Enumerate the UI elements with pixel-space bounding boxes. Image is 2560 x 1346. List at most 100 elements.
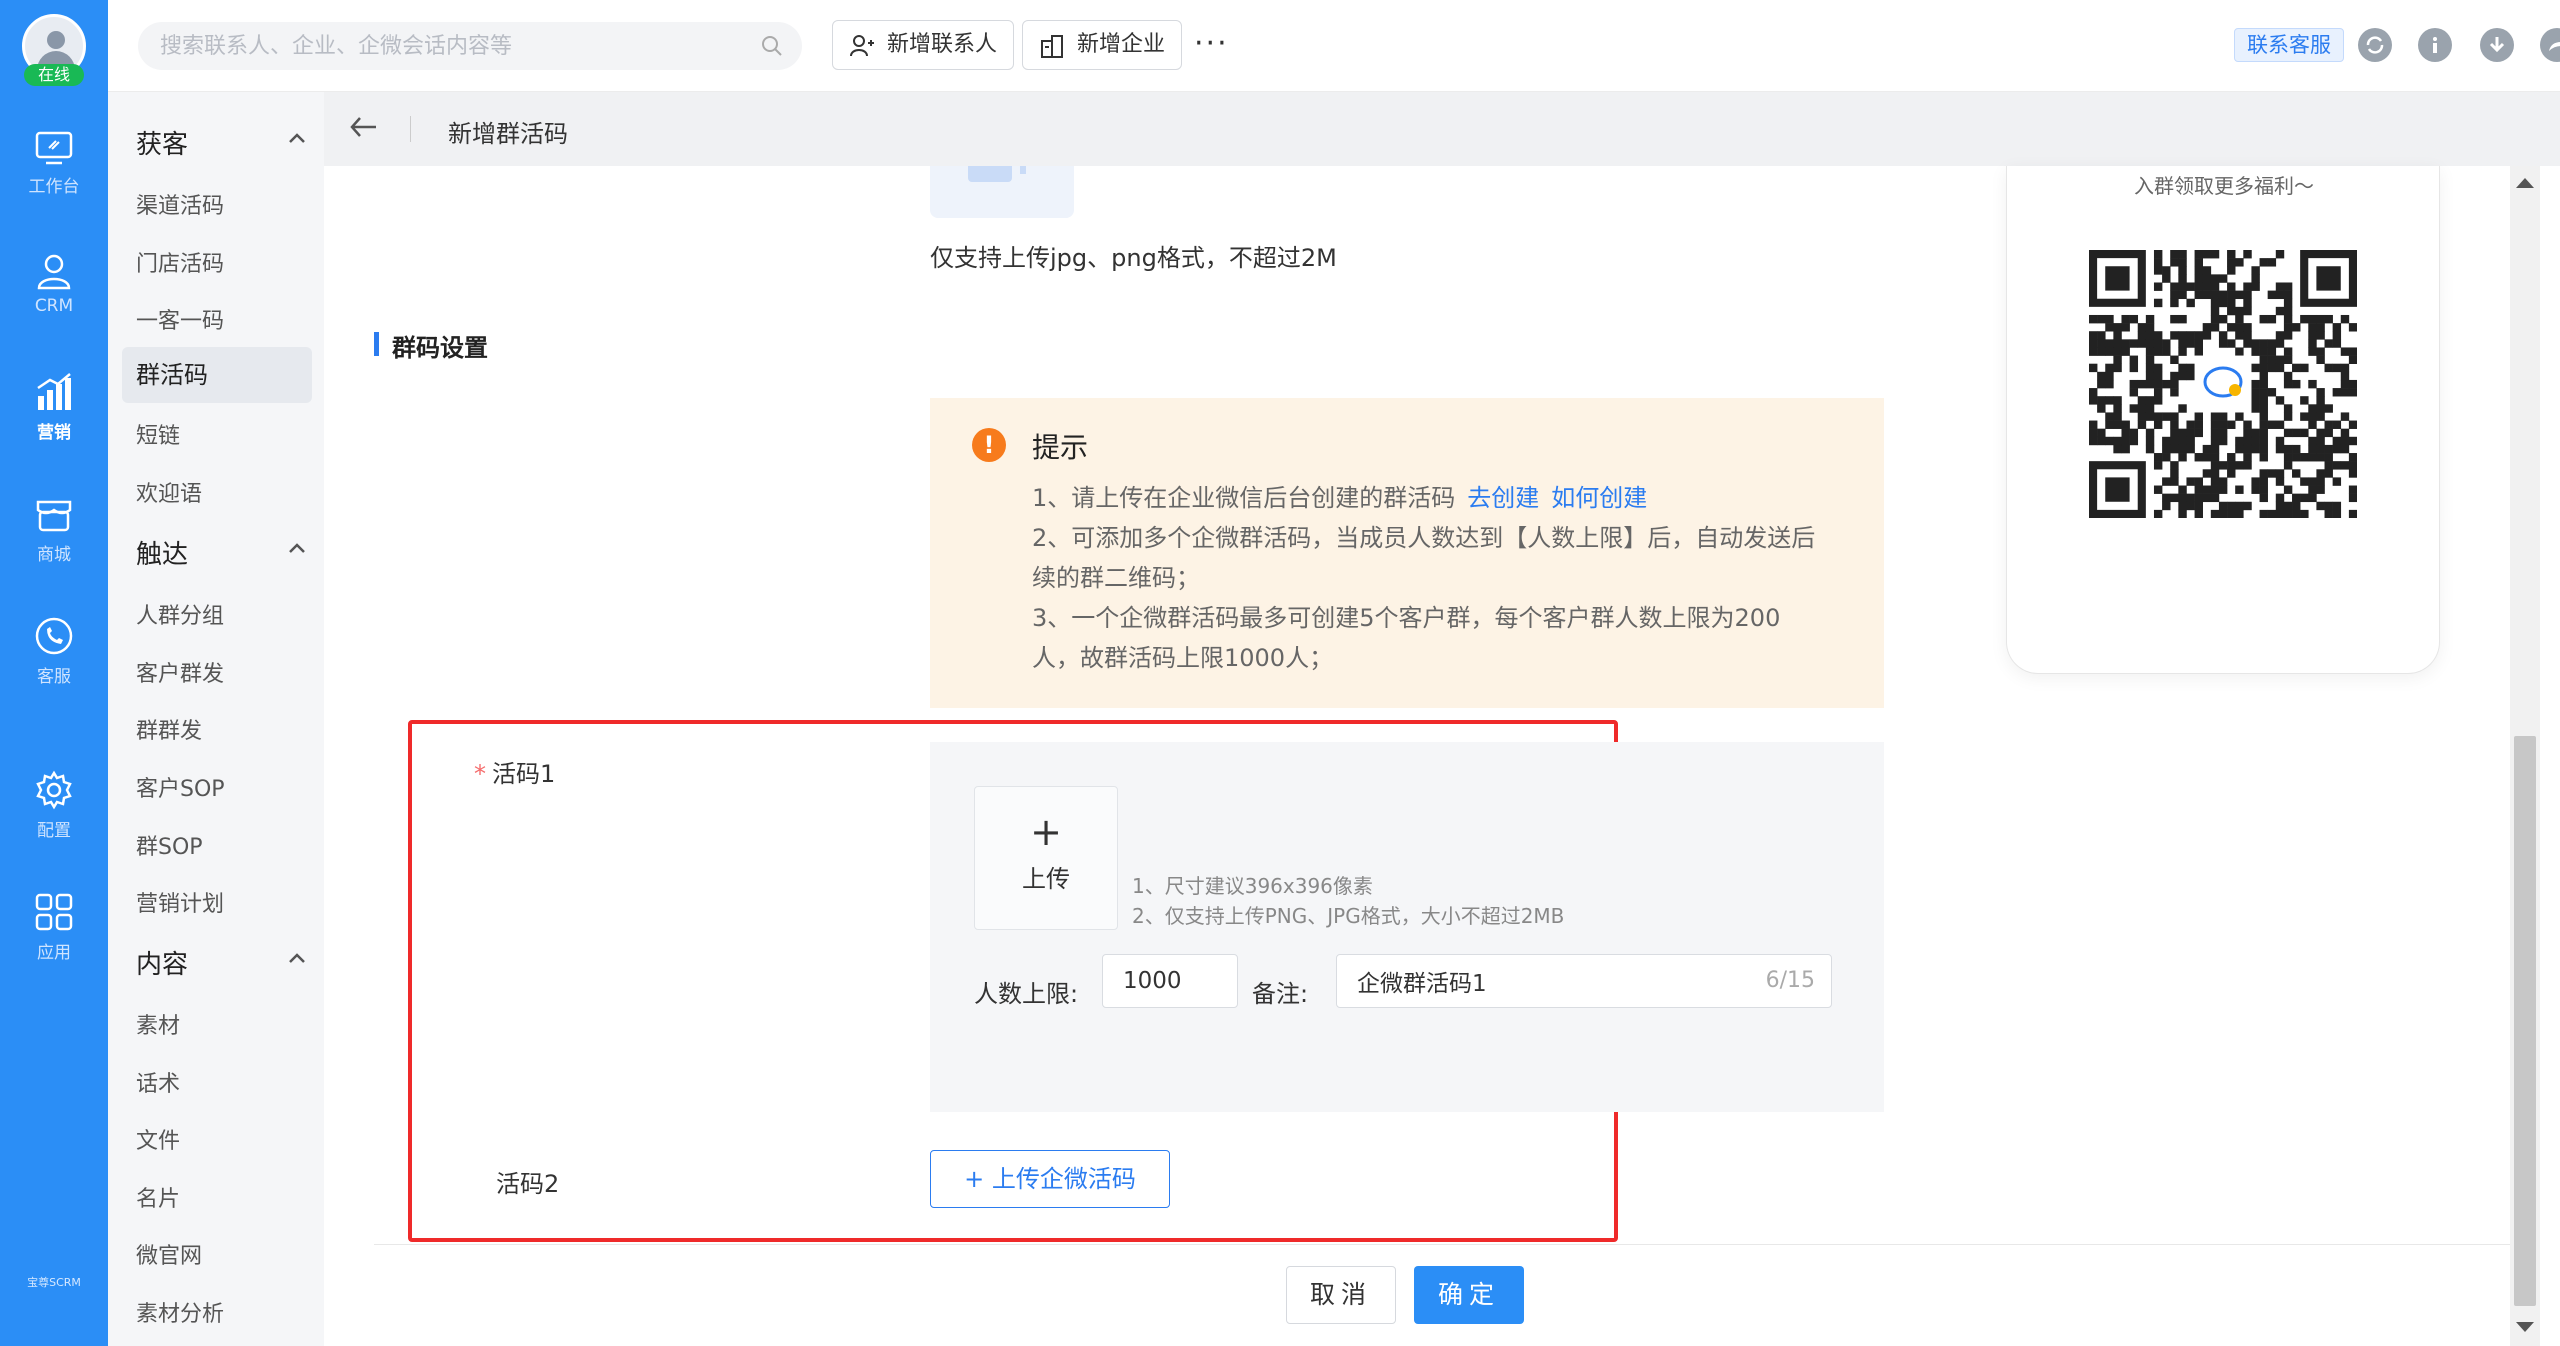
tip-line-1: 1、请上传在企业微信后台创建的群活码 去创建 如何创建	[1032, 478, 1647, 518]
rail-label: 客服	[37, 667, 71, 687]
gear-icon	[36, 770, 72, 810]
upload-button[interactable]: + 上传	[974, 786, 1118, 930]
cancel-button[interactable]: 取消	[1286, 1266, 1396, 1324]
menu-item-customer-sop[interactable]: 客户SOP	[136, 771, 225, 803]
rail-label: CRM	[34, 296, 74, 316]
upload-wecom-code-button[interactable]: + 上传企微活码	[930, 1150, 1170, 1208]
menu-item-file[interactable]: 文件	[136, 1123, 180, 1155]
scroll-up-arrow[interactable]	[2516, 178, 2534, 188]
plus-icon: +	[1030, 810, 1062, 854]
info-icon[interactable]	[2418, 28, 2452, 62]
menu-group-acquire[interactable]: 获客	[136, 124, 188, 161]
limit-input[interactable]	[1123, 955, 1233, 1007]
code1-label: * 活码1	[474, 754, 555, 789]
upload-hint-1: 1、尺寸建议396x396像素	[1132, 874, 1373, 898]
section-title: 群码设置	[392, 334, 488, 362]
breadcrumb: 新增群活码	[324, 92, 2560, 166]
rail-item-service[interactable]: 客服	[0, 616, 108, 687]
chevron-up-icon[interactable]	[288, 952, 306, 964]
uploaded-image-thumbnail[interactable]	[930, 166, 1074, 218]
menu-item-material-analysis[interactable]: 素材分析	[136, 1296, 224, 1328]
menu-item-micro-site[interactable]: 微官网	[136, 1238, 202, 1270]
rail-item-marketing[interactable]: 营销	[0, 372, 108, 443]
warning-icon: !	[972, 428, 1006, 462]
back-arrow-icon[interactable]	[348, 114, 378, 140]
rail-item-store[interactable]: 商城	[0, 494, 108, 565]
tip-line-3b: 人，故群活码上限1000人；	[1032, 644, 1334, 672]
add-company-label: 新增企业	[1077, 32, 1166, 57]
code2-label: 活码2	[496, 1170, 560, 1198]
menu-group-reach[interactable]: 触达	[136, 534, 188, 571]
rail-label: 配置	[37, 821, 71, 841]
remark-char-count: 6/15	[1765, 968, 1815, 993]
rail-label: 应用	[37, 943, 71, 963]
scrollbar[interactable]	[2510, 166, 2540, 1346]
rail-item-settings[interactable]: 配置	[0, 770, 108, 841]
remark-input[interactable]	[1357, 955, 1737, 1007]
tip-line-2a: 2、可添加多个企微群活码，当成员人数达到【人数上限】后，自动发送后	[1032, 524, 1816, 552]
monitor-icon	[35, 131, 73, 165]
tip-line-2b: 续的群二维码；	[1032, 564, 1200, 592]
menu-item-material[interactable]: 素材	[136, 1008, 180, 1040]
required-mark: *	[474, 760, 486, 788]
sync-icon[interactable]	[2358, 28, 2392, 62]
upload-format-note: 仅支持上传jpg、png格式，不超过2M	[930, 244, 1337, 272]
rail-item-crm[interactable]: CRM	[0, 252, 108, 316]
remark-label: 备注:	[1252, 980, 1309, 1008]
chevron-up-icon[interactable]	[288, 542, 306, 554]
qr-code	[2089, 250, 2357, 518]
rail-item-workbench[interactable]: 工作台	[0, 130, 108, 197]
remark-field: 6/15	[1336, 954, 1832, 1008]
rail-item-apps[interactable]: 应用	[0, 892, 108, 963]
contact-service-button[interactable]: 联系客服	[2234, 28, 2344, 62]
menu-item-script[interactable]: 话术	[136, 1066, 180, 1098]
limit-label: 人数上限:	[974, 980, 1079, 1008]
share-icon[interactable]	[2540, 28, 2560, 62]
menu-item-customer-broadcast[interactable]: 客户群发	[136, 656, 224, 688]
store-icon	[36, 500, 72, 532]
scroll-down-arrow[interactable]	[2516, 1322, 2534, 1332]
tip-box: ! 提示 1、请上传在企业微信后台创建的群活码 去创建 如何创建 2、可添加多个企微…	[930, 398, 1884, 708]
tip-text: 1、请上传在企业微信后台创建的群活码	[1032, 484, 1456, 512]
menu-item-marketing-plan[interactable]: 营销计划	[136, 886, 224, 918]
rail-label: 商城	[37, 545, 71, 565]
scroll-thumb[interactable]	[2514, 736, 2536, 1306]
code1-panel: + 上传 1、尺寸建议396x396像素 2、仅支持上传PNG、JPG格式，大小…	[930, 742, 1884, 1112]
search-input[interactable]	[160, 22, 740, 70]
section-marker	[374, 332, 379, 356]
breadcrumb-divider	[410, 116, 411, 142]
how-to-create-link[interactable]: 如何创建	[1551, 484, 1647, 512]
menu-item-group-sop[interactable]: 群SOP	[136, 829, 203, 861]
confirm-button[interactable]: 确定	[1414, 1266, 1524, 1324]
chart-up-icon	[37, 373, 71, 410]
apps-grid-icon	[35, 893, 73, 931]
left-rail: 在线 工作台 CRM 营销 商城 客服 配置 应用 宝尊SCRM	[0, 0, 108, 1346]
online-status-badge: 在线	[24, 64, 84, 86]
search-icon[interactable]	[760, 34, 784, 58]
add-contact-button[interactable]: 新增联系人	[832, 20, 1015, 70]
menu-group-content[interactable]: 内容	[136, 944, 188, 981]
menu-item-welcome[interactable]: 欢迎语	[136, 476, 202, 508]
download-icon[interactable]	[2480, 28, 2514, 62]
more-button[interactable]: ···	[1194, 26, 1229, 61]
top-bar: 新增联系人 新增企业 ··· 联系客服	[108, 0, 2560, 92]
menu-item-channel-code[interactable]: 渠道活码	[136, 188, 224, 220]
side-menu: 获客 渠道活码 门店活码 一客一码 群活码 短链 欢迎语 触达 人群分组 客户群…	[108, 92, 324, 1346]
menu-item-one-customer-code[interactable]: 一客一码	[136, 303, 224, 335]
tip-title: 提示	[1032, 431, 1089, 464]
rail-label: 营销	[37, 423, 71, 443]
add-contact-label: 新增联系人	[887, 32, 998, 57]
chevron-up-icon[interactable]	[288, 132, 306, 144]
menu-item-short-link[interactable]: 短链	[136, 418, 180, 450]
create-link[interactable]: 去创建	[1467, 484, 1539, 512]
menu-item-group-broadcast[interactable]: 群群发	[136, 713, 202, 745]
preview-caption: 入群领取更多福利～	[2134, 174, 2314, 198]
menu-item-group-code[interactable]: 群活码	[122, 347, 312, 403]
add-company-button[interactable]: 新增企业	[1022, 20, 1183, 70]
global-search	[138, 22, 802, 70]
menu-item-audience[interactable]: 人群分组	[136, 598, 224, 630]
menu-item-store-code[interactable]: 门店活码	[136, 246, 224, 278]
menu-item-card[interactable]: 名片	[136, 1181, 180, 1213]
upload-label: 上传	[1022, 865, 1070, 893]
page-title: 新增群活码	[448, 120, 568, 148]
